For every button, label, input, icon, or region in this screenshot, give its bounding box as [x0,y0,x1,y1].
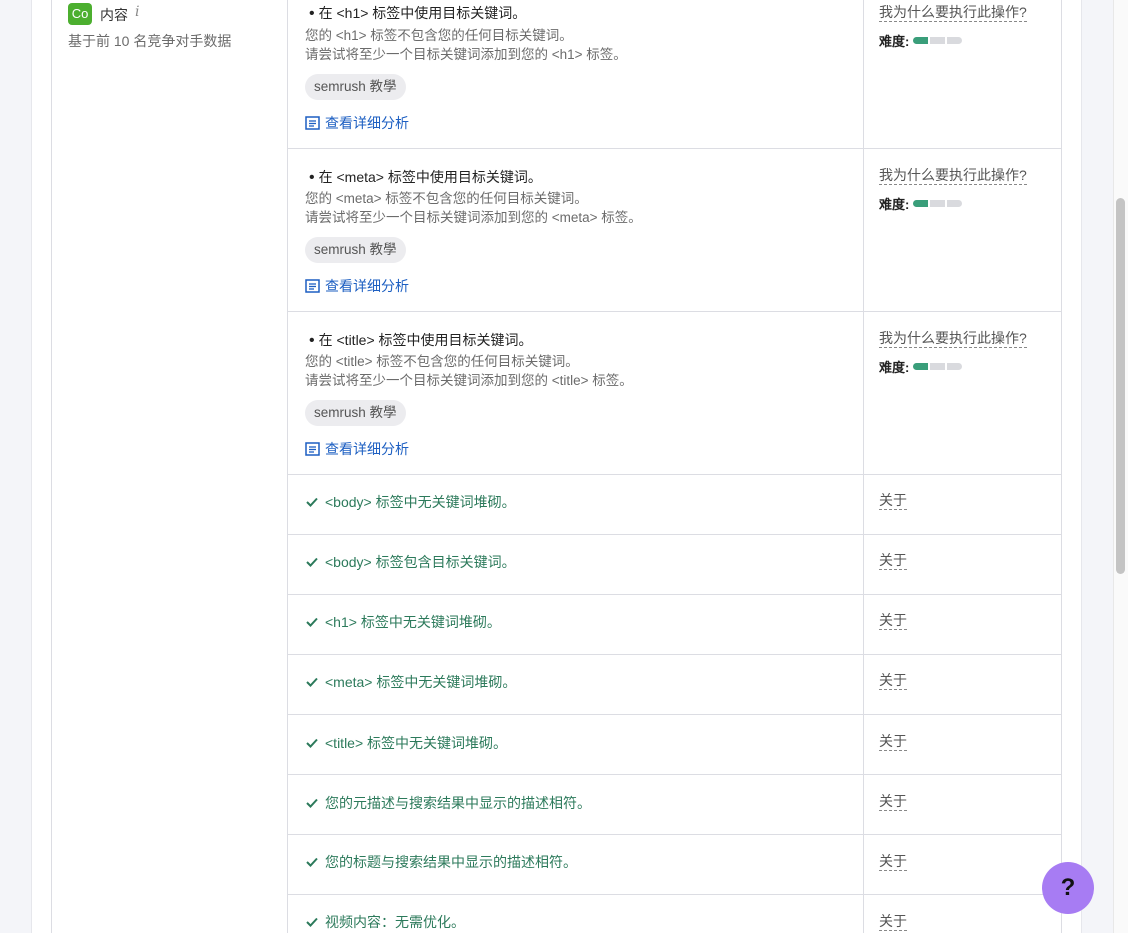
checkmark-icon [306,738,318,748]
issue-row: • 在 <title> 标签中使用目标关键词。 您的 <title> 标签不包含您… [288,312,1062,475]
passed-check: 您的标题与搜索结果中显示的描述相符。 [306,852,577,872]
checkmark-icon [306,917,318,927]
issue-description: 请尝试将至少一个目标关键词添加到您的 <meta> 标签。 [305,210,642,225]
document-icon [305,116,320,130]
about-link[interactable]: 关于 [879,671,907,690]
issue-title: • 在 <title> 标签中使用目标关键词。 [309,332,533,349]
checkmark-icon [306,617,318,627]
passed-check-row: <body> 标签中无关键词堆砌。 关于 [288,475,1062,535]
difficulty-bar [913,200,963,207]
passed-check-row: <title> 标签中无关键词堆砌。 关于 [288,715,1062,775]
view-details-link[interactable]: 查看详细分析 [305,276,409,296]
keyword-tag[interactable]: semrush 教學 [305,237,406,263]
section-subtitle: 基于前 10 名竞争对手数据 [68,33,232,49]
checkmark-icon [306,798,318,808]
passed-check-row: 视频内容：无需优化。 关于 [288,895,1062,933]
passed-check-row: 您的元描述与搜索结果中显示的描述相符。 关于 [288,775,1062,835]
about-link[interactable]: 关于 [879,732,907,751]
keyword-tag[interactable]: semrush 教學 [305,74,406,100]
issue-title: • 在 <h1> 标签中使用目标关键词。 [309,5,527,22]
issue-title: • 在 <meta> 标签中使用目标关键词。 [309,169,542,186]
difficulty-indicator: 难度: [879,357,963,376]
info-icon[interactable]: i [135,4,139,20]
why-do-this-link[interactable]: 我为什么要执行此操作? [879,3,1027,22]
checkmark-icon [306,557,318,567]
passed-check: 您的元描述与搜索结果中显示的描述相符。 [306,793,591,813]
checkmark-icon [306,857,318,867]
issue-description: 请尝试将至少一个目标关键词添加到您的 <title> 标签。 [305,373,633,388]
passed-check-row: 您的标题与搜索结果中显示的描述相符。 关于 [288,835,1062,895]
help-button[interactable]: ? [1042,862,1094,914]
why-do-this-link[interactable]: 我为什么要执行此操作? [879,329,1027,348]
view-details-link[interactable]: 查看详细分析 [305,439,409,459]
section-title: 内容 [100,7,128,23]
passed-check: <title> 标签中无关键词堆砌。 [306,733,507,753]
difficulty-bar [913,37,963,44]
view-details-link[interactable]: 查看详细分析 [305,113,409,133]
document-icon [305,279,320,293]
about-link[interactable]: 关于 [879,792,907,811]
checkmark-icon [306,677,318,687]
section-column [51,0,288,933]
keyword-tag[interactable]: semrush 教學 [305,400,406,426]
document-icon [305,442,320,456]
issue-description: 您的 <title> 标签不包含您的任何目标关键词。 [305,354,579,369]
passed-check: 视频内容：无需优化。 [306,912,465,932]
issue-description: 请尝试将至少一个目标关键词添加到您的 <h1> 标签。 [305,47,627,62]
about-link[interactable]: 关于 [879,551,907,570]
passed-check-row: <body> 标签包含目标关键词。 关于 [288,535,1062,595]
issue-description: 您的 <meta> 标签不包含您的任何目标关键词。 [305,191,588,206]
scrollbar-thumb[interactable] [1116,198,1125,574]
about-link[interactable]: 关于 [879,491,907,510]
difficulty-indicator: 难度: [879,194,963,213]
passed-check: <body> 标签包含目标关键词。 [306,552,516,572]
passed-check-row: <meta> 标签中无关键词堆砌。 关于 [288,655,1062,715]
about-link[interactable]: 关于 [879,611,907,630]
issue-row: • 在 <meta> 标签中使用目标关键词。 您的 <meta> 标签不包含您的任… [288,149,1062,312]
content-badge: Co [68,3,92,25]
difficulty-bar [913,363,963,370]
difficulty-indicator: 难度: [879,31,963,50]
issue-description: 您的 <h1> 标签不包含您的任何目标关键词。 [305,28,573,43]
passed-check: <h1> 标签中无关键词堆砌。 [306,612,501,632]
about-link[interactable]: 关于 [879,912,907,931]
passed-check-row: <h1> 标签中无关键词堆砌。 关于 [288,595,1062,655]
issue-row: • 在 <h1> 标签中使用目标关键词。 您的 <h1> 标签不包含您的任何目标关… [288,0,1062,149]
why-do-this-link[interactable]: 我为什么要执行此操作? [879,166,1027,185]
about-link[interactable]: 关于 [879,852,907,871]
checkmark-icon [306,497,318,507]
passed-check: <body> 标签中无关键词堆砌。 [306,492,516,512]
passed-check: <meta> 标签中无关键词堆砌。 [306,672,516,692]
